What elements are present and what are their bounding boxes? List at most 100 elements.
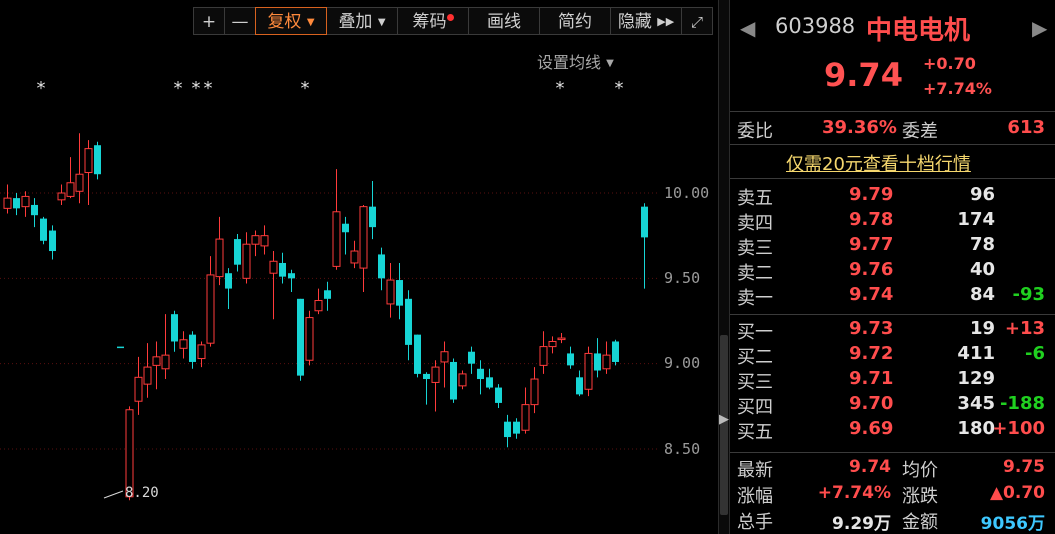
- candlestick[interactable]: [602, 341, 611, 374]
- candlestick[interactable]: [450, 358, 457, 403]
- candlestick[interactable]: [31, 198, 38, 228]
- candlestick[interactable]: [84, 140, 93, 205]
- candlestick[interactable]: [477, 360, 484, 395]
- candlestick[interactable]: [161, 314, 170, 380]
- candlestick[interactable]: [504, 414, 511, 448]
- candlestick[interactable]: [342, 216, 349, 255]
- candlestick[interactable]: [521, 387, 530, 434]
- candlestick[interactable]: [468, 346, 475, 374]
- bid-row[interactable]: 买一 9.73 19 +13: [730, 318, 1055, 343]
- bid-row[interactable]: 买四 9.70 345 -188: [730, 393, 1055, 418]
- candlestick[interactable]: [297, 298, 304, 381]
- candlestick[interactable]: [21, 191, 30, 217]
- simple-mode-button[interactable]: 简约: [539, 7, 611, 35]
- candlestick[interactable]: [171, 310, 178, 352]
- candlestick[interactable]: [350, 240, 359, 269]
- candlestick[interactable]: [332, 169, 341, 270]
- candlestick[interactable]: [584, 346, 593, 397]
- overlay-dropdown[interactable]: 叠加 ▼: [326, 7, 398, 35]
- candlestick[interactable]: [134, 356, 143, 415]
- candlestick[interactable]: [548, 336, 557, 354]
- candlestick[interactable]: [143, 343, 152, 398]
- event-star-icon[interactable]: *: [556, 78, 565, 99]
- candlestick[interactable]: [423, 372, 430, 405]
- candlestick[interactable]: [242, 232, 251, 284]
- candlestick[interactable]: [396, 262, 403, 320]
- bid-row[interactable]: 买五 9.69 180 +100: [730, 418, 1055, 443]
- candlestick[interactable]: [495, 384, 502, 409]
- candlestick[interactable]: [305, 310, 314, 366]
- candlestick[interactable]: [13, 193, 20, 216]
- candlestick[interactable]: [66, 157, 75, 199]
- candlestick[interactable]: [197, 341, 206, 368]
- bid-row[interactable]: 买二 9.72 411 -6: [730, 343, 1055, 368]
- ask-row[interactable]: 卖二 9.76 40: [730, 259, 1055, 284]
- candlestick[interactable]: [324, 281, 331, 311]
- kline-chart-panel[interactable]: * * * * * * * + — 复权 ▼ 叠加 ▼ 筹码 画线 简约 隐藏 ▶▶ ⤢ 设…: [0, 0, 718, 534]
- event-star-icon[interactable]: *: [204, 78, 213, 99]
- candlestick[interactable]: [440, 341, 449, 388]
- candlestick[interactable]: [206, 256, 215, 347]
- candlestick[interactable]: [152, 341, 161, 390]
- candlestick[interactable]: [225, 268, 232, 310]
- ask-row[interactable]: 卖一 9.74 84 -93: [730, 284, 1055, 309]
- ma-setting-dropdown[interactable]: 设置均线 ▼: [537, 49, 614, 73]
- candlestick[interactable]: [486, 368, 493, 390]
- candlestick[interactable]: [539, 331, 548, 374]
- collapse-right-icon[interactable]: ▶: [719, 412, 729, 427]
- kline-chart[interactable]: * * * * * * *: [0, 0, 718, 534]
- candlestick[interactable]: [269, 251, 278, 320]
- ask-row[interactable]: 卖四 9.78 174: [730, 209, 1055, 234]
- candlestick[interactable]: [314, 288, 323, 315]
- candlestick[interactable]: [3, 184, 12, 214]
- candlestick[interactable]: [288, 269, 295, 292]
- candlestick[interactable]: [279, 252, 286, 284]
- candlestick[interactable]: [378, 247, 385, 291]
- candlestick[interactable]: [414, 334, 421, 378]
- candlestick[interactable]: [594, 338, 601, 378]
- event-star-icon[interactable]: *: [615, 78, 624, 99]
- candlestick[interactable]: [251, 230, 260, 257]
- candlestick[interactable]: [234, 233, 241, 272]
- candlestick[interactable]: [458, 370, 467, 390]
- rights-adjust-dropdown[interactable]: 复权 ▼: [255, 7, 327, 35]
- candlestick[interactable]: [75, 133, 84, 204]
- candlestick[interactable]: [567, 346, 574, 369]
- ask-row[interactable]: 卖三 9.77 78: [730, 234, 1055, 259]
- chips-button[interactable]: 筹码: [397, 7, 469, 35]
- candlestick[interactable]: [431, 360, 440, 412]
- ask-row[interactable]: 卖五 9.79 96: [730, 184, 1055, 209]
- candlestick[interactable]: [530, 367, 539, 414]
- event-star-icon[interactable]: *: [301, 78, 310, 99]
- candlestick[interactable]: [215, 216, 224, 286]
- fullscreen-button[interactable]: ⤢: [681, 7, 713, 35]
- candlestick[interactable]: [57, 184, 66, 205]
- candlestick[interactable]: [557, 332, 566, 344]
- candlestick[interactable]: [40, 216, 47, 245]
- next-stock-icon[interactable]: ▶: [1032, 16, 1047, 40]
- zoom-in-button[interactable]: +: [193, 7, 225, 35]
- candlestick[interactable]: [117, 346, 124, 349]
- level2-promo-link[interactable]: 仅需20元查看十档行情: [786, 150, 971, 176]
- candlestick[interactable]: [612, 339, 619, 366]
- candlestick[interactable]: [405, 290, 412, 361]
- draw-line-button[interactable]: 画线: [468, 7, 540, 35]
- hide-button[interactable]: 隐藏 ▶▶: [610, 7, 682, 35]
- candlestick[interactable]: [369, 181, 376, 240]
- bid-row[interactable]: 买三 9.71 129: [730, 368, 1055, 393]
- candlestick[interactable]: [49, 225, 56, 260]
- candlestick[interactable]: [179, 331, 188, 359]
- candlestick[interactable]: [641, 203, 648, 289]
- event-star-icon[interactable]: *: [192, 78, 201, 99]
- prev-stock-icon[interactable]: ◀: [740, 16, 755, 40]
- candlestick[interactable]: [576, 370, 583, 397]
- candlestick[interactable]: [513, 418, 520, 439]
- candlestick[interactable]: [94, 141, 101, 180]
- candlestick[interactable]: [260, 225, 269, 255]
- candlestick[interactable]: [386, 262, 395, 318]
- zoom-out-button[interactable]: —: [224, 7, 256, 35]
- event-star-icon[interactable]: *: [174, 78, 183, 99]
- candlestick[interactable]: [359, 204, 368, 292]
- event-star-icon[interactable]: *: [37, 78, 46, 99]
- candlestick[interactable]: [189, 331, 196, 369]
